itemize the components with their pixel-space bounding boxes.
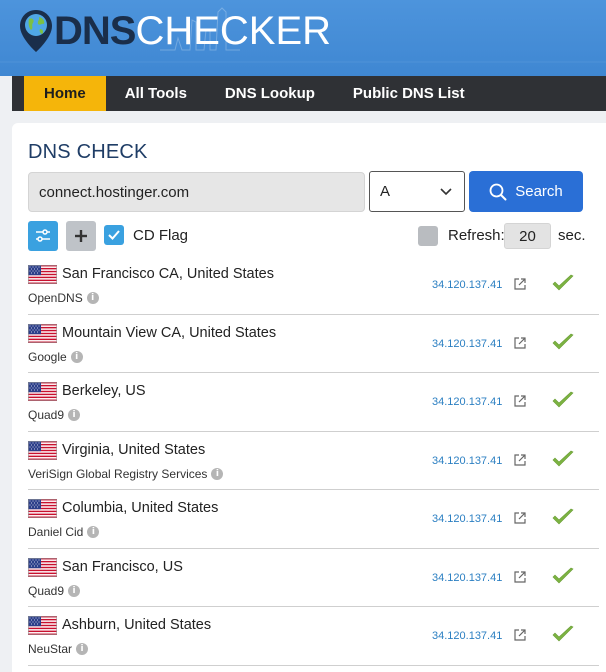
record-type-value: A: [380, 183, 391, 200]
logo-checker-text: CHECKER: [135, 9, 332, 53]
external-link-icon[interactable]: [513, 628, 527, 642]
cd-flag-label: CD Flag: [133, 227, 189, 244]
result-row: Berkeley, US Quad9 i 34.120.137.41: [28, 373, 599, 432]
result-location: San Francisco, US: [62, 558, 183, 575]
result-location: Ashburn, United States: [62, 617, 212, 633]
refresh-checkbox[interactable]: [418, 226, 438, 246]
result-provider-name: Quad9: [28, 583, 65, 598]
result-provider-name: NeuStar: [28, 642, 73, 656]
result-row: Virginia, United States VeriSign Global …: [28, 432, 599, 490]
results-list: San Francisco CA, United States OpenDNS …: [28, 256, 599, 666]
result-ip-link[interactable]: 34.120.137.41: [432, 396, 502, 408]
logo-dns-text: DNS: [54, 9, 136, 53]
result-provider-name: Daniel Cid: [28, 525, 84, 539]
success-check-icon: [552, 391, 574, 408]
external-link-icon[interactable]: [513, 570, 527, 584]
info-icon[interactable]: i: [86, 292, 99, 304]
domain-input[interactable]: [28, 172, 365, 212]
success-check-icon: [552, 625, 574, 642]
result-provider-name: Quad9: [28, 408, 65, 422]
result-location: San Francisco CA, United States: [62, 266, 274, 282]
plus-icon: [75, 230, 87, 242]
success-check-icon: [552, 333, 574, 349]
result-ip-link[interactable]: 34.120.137.41: [432, 338, 502, 350]
result-location: Berkeley, US: [62, 383, 146, 399]
result-ip-link[interactable]: 34.120.137.41: [432, 630, 502, 642]
result-row: San Francisco, US Quad9 i 34.120.137.41: [28, 549, 599, 607]
nav-all-tools[interactable]: All Tools: [106, 76, 206, 111]
result-provider: VeriSign Global Registry Services i: [28, 466, 224, 481]
result-provider-name: VeriSign Global Registry Services: [28, 466, 208, 481]
main-nav: Home All Tools DNS Lookup Public DNS Lis…: [12, 76, 606, 111]
result-row: Columbia, United States Daniel Cid i 34.…: [28, 490, 599, 549]
add-server-button[interactable]: [66, 221, 96, 251]
chevron-down-icon: [440, 187, 452, 195]
success-check-icon: [552, 450, 574, 466]
logo-wordmark: DNSCHECKER: [54, 11, 331, 51]
search-button-label: Search: [515, 183, 563, 200]
refresh-unit-label: sec.: [558, 227, 586, 244]
cd-flag-checkbox[interactable]: [104, 225, 124, 245]
us-flag-icon: [28, 323, 57, 343]
result-provider: OpenDNS i: [28, 291, 99, 305]
us-flag-icon: [28, 382, 57, 401]
result-provider: NeuStar i: [28, 642, 89, 656]
record-type-select[interactable]: A: [369, 171, 465, 212]
site-logo[interactable]: DNSCHECKER: [18, 6, 331, 56]
nav-public-dns-list[interactable]: Public DNS List: [334, 76, 484, 111]
external-link-icon[interactable]: [513, 277, 527, 291]
settings-toggle-button[interactable]: [28, 221, 58, 251]
external-link-icon[interactable]: [513, 453, 527, 467]
info-icon[interactable]: i: [211, 467, 224, 480]
page-title: DNS CHECK: [28, 141, 148, 163]
result-row: Mountain View CA, United States Google i…: [28, 315, 599, 373]
external-link-icon[interactable]: [513, 336, 527, 350]
dns-check-card: DNS CHECK A Search CD Flag: [12, 123, 606, 672]
external-link-icon[interactable]: [513, 394, 527, 408]
result-location: Virginia, United States: [62, 441, 206, 458]
result-location: Columbia, United States: [62, 500, 219, 516]
result-provider: Quad9 i: [28, 408, 81, 422]
us-flag-icon: [28, 440, 57, 460]
info-icon[interactable]: i: [70, 350, 83, 363]
globe-pin-icon: [20, 10, 52, 52]
external-link-icon[interactable]: [513, 511, 527, 525]
result-row: San Francisco CA, United States OpenDNS …: [28, 256, 599, 315]
success-check-icon: [552, 274, 574, 291]
result-ip-link[interactable]: 34.120.137.41: [432, 513, 502, 525]
result-provider: Google i: [28, 350, 83, 364]
search-icon: [489, 183, 507, 200]
sliders-icon: [36, 229, 50, 242]
info-icon[interactable]: i: [76, 643, 89, 655]
result-provider: Quad9 i: [28, 583, 81, 598]
info-icon[interactable]: i: [68, 584, 81, 597]
search-button[interactable]: Search: [469, 171, 583, 212]
us-flag-icon: [28, 557, 57, 577]
info-icon[interactable]: i: [68, 409, 81, 421]
refresh-interval-input[interactable]: [504, 223, 551, 249]
result-row: Ashburn, United States NeuStar i 34.120.…: [28, 607, 599, 666]
result-ip-link[interactable]: 34.120.137.41: [432, 455, 502, 467]
us-flag-icon: [28, 616, 57, 635]
result-location: Mountain View CA, United States: [62, 324, 277, 341]
result-provider-name: Google: [28, 349, 67, 364]
result-ip-link[interactable]: 34.120.137.41: [432, 572, 502, 584]
nav-home[interactable]: Home: [24, 76, 106, 111]
us-flag-icon: [28, 499, 57, 518]
success-check-icon: [552, 508, 574, 525]
checkmark-icon: [108, 230, 120, 240]
result-ip-link[interactable]: 34.120.137.41: [432, 279, 502, 291]
result-provider-name: OpenDNS: [28, 291, 83, 305]
result-provider: Daniel Cid i: [28, 525, 100, 539]
refresh-label: Refresh:: [448, 227, 505, 244]
info-icon[interactable]: i: [87, 526, 100, 538]
success-check-icon: [552, 567, 574, 583]
us-flag-icon: [28, 265, 57, 284]
nav-dns-lookup[interactable]: DNS Lookup: [206, 76, 334, 111]
site-header: DNSCHECKER: [0, 0, 606, 76]
